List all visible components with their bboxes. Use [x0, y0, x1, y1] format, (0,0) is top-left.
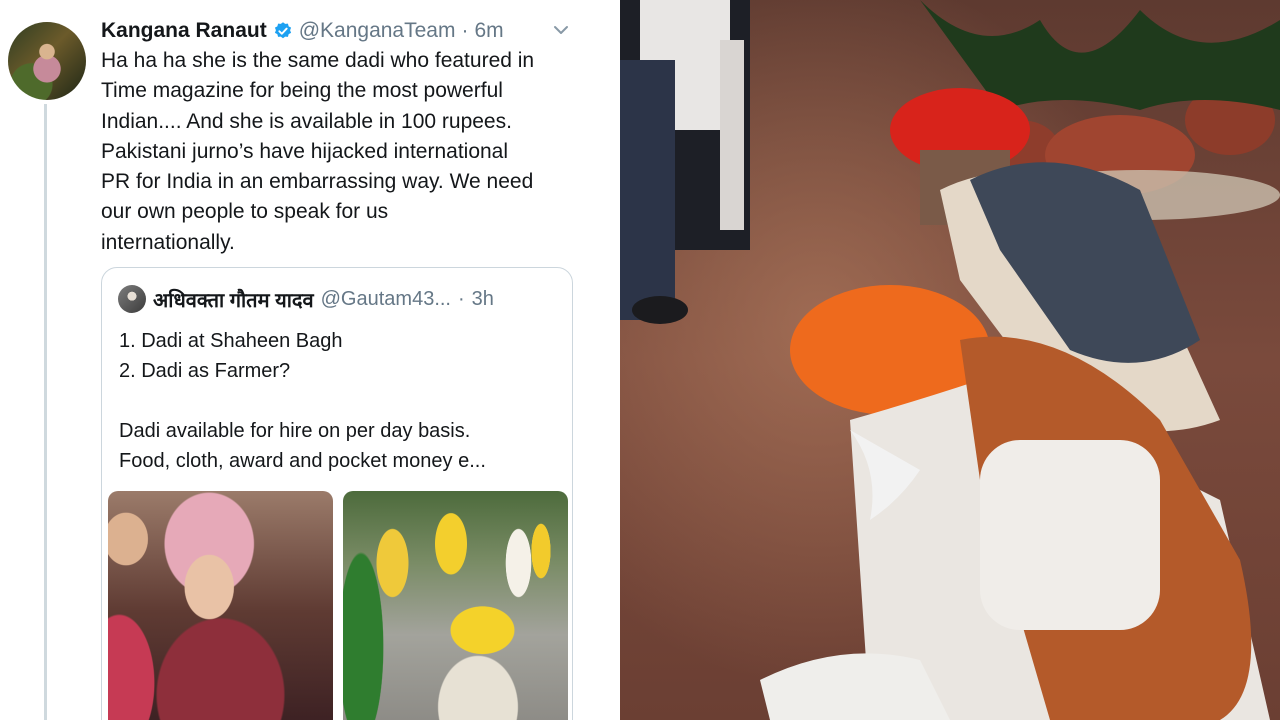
tweet-header: Kangana Ranaut @KanganaTeam · 6m [101, 16, 504, 46]
handle[interactable]: @KanganaTeam [299, 19, 456, 43]
tweet-text-line: Pakistani jurno’s have hijacked internat… [101, 139, 509, 163]
tweet-text-line: Time magazine for being the most powerfu… [101, 79, 503, 103]
tweet-text-line: our own people to speak for us [101, 200, 389, 224]
avatar[interactable] [8, 22, 86, 100]
tweet-text-line: Ha ha ha she is the same dadi who featur… [101, 49, 535, 72]
quoted-handle: @Gautam43... [320, 287, 451, 310]
display-name[interactable]: Kangana Ranaut [101, 19, 267, 43]
quoted-text-line: 1. Dadi at Shaheen Bagh [119, 330, 343, 352]
quoted-text-line: Food, cloth, award and pocket money e... [119, 450, 486, 472]
time-separator: · [461, 19, 469, 42]
tweet-text: Ha ha ha she is the same dadi who featur… [101, 46, 601, 258]
quoted-media-grid [108, 491, 568, 720]
quoted-tweet-text: 1. Dadi at Shaheen Bagh 2. Dadi as Farme… [119, 326, 559, 476]
quoted-photo-elderly-woman[interactable] [108, 491, 333, 720]
side-photo-illustration [620, 0, 1280, 720]
side-photo-men-on-floor [620, 0, 1280, 720]
verified-badge-icon [274, 22, 291, 39]
quoted-photo-farmer-march[interactable] [343, 491, 568, 720]
quoted-display-name: अधिवक्ता गौतम यादव [153, 289, 314, 312]
quoted-text-line [119, 386, 559, 416]
tweet-text-line: internationally. [101, 230, 235, 254]
quoted-timestamp: 3h [471, 287, 494, 310]
chevron-down-icon[interactable] [551, 20, 571, 40]
quoted-avatar [118, 285, 146, 313]
quoted-tweet-header: अधिवक्ता गौतम यादव @Gautam43... · 3h [118, 284, 494, 314]
quoted-text-line: Dadi available for hire on per day basis… [119, 420, 471, 442]
timestamp[interactable]: 6m [474, 19, 503, 43]
tweet-panel: Kangana Ranaut @KanganaTeam · 6m Ha ha h… [0, 0, 620, 720]
thread-line [44, 104, 47, 720]
quoted-text-line: 2. Dadi as Farmer? [119, 360, 291, 382]
tweet-text-line: Indian.... And she is available in 100 r… [101, 109, 512, 133]
quoted-time-separator: · [458, 287, 465, 310]
tweet-text-line: PR for India in an embarrassing way. We … [101, 170, 534, 194]
quoted-tweet-card[interactable]: अधिवक्ता गौतम यादव @Gautam43... · 3h 1. … [101, 267, 573, 720]
